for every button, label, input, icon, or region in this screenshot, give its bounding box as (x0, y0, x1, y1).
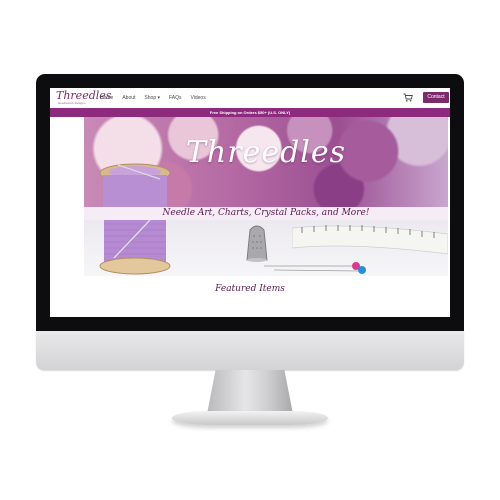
pins-image (264, 262, 366, 274)
site-logo-subtitle: Needlework Designs (58, 101, 86, 105)
monitor-bezel: Threedles Needlework Designs Home About … (36, 74, 464, 331)
monitor-stand-neck (207, 370, 293, 414)
nav-shop[interactable]: Shop ▾ (144, 95, 160, 101)
site-header: Threedles Needlework Designs Home About … (50, 88, 450, 108)
main-nav: Home About Shop ▾ FAQs Videos (100, 95, 206, 101)
purple-thread-spool (99, 220, 171, 275)
contact-button[interactable]: Contact (423, 92, 449, 103)
shopping-cart-icon[interactable] (403, 93, 413, 102)
website-screen: Threedles Needlework Designs Home About … (50, 88, 450, 317)
monitor-chin (36, 331, 464, 370)
featured-heading: Featured Items (215, 284, 285, 294)
hero-tagline: Needle Art, Charts, Crystal Packs, and M… (84, 207, 448, 220)
nav-faqs[interactable]: FAQs (169, 95, 182, 101)
hero-banner: Threedles (84, 117, 448, 207)
shipping-banner: Free Shipping on Orders $50+ (U.S. ONLY) (50, 108, 450, 117)
imac-monitor: Threedles Needlework Designs Home About … (36, 74, 464, 370)
nav-about[interactable]: About (122, 95, 135, 101)
monitor-stand-base (172, 411, 328, 425)
sewing-photo (84, 220, 448, 276)
thread-spool-image (99, 163, 171, 207)
nav-home[interactable]: Home (100, 95, 113, 101)
nav-videos[interactable]: Videos (191, 95, 206, 101)
